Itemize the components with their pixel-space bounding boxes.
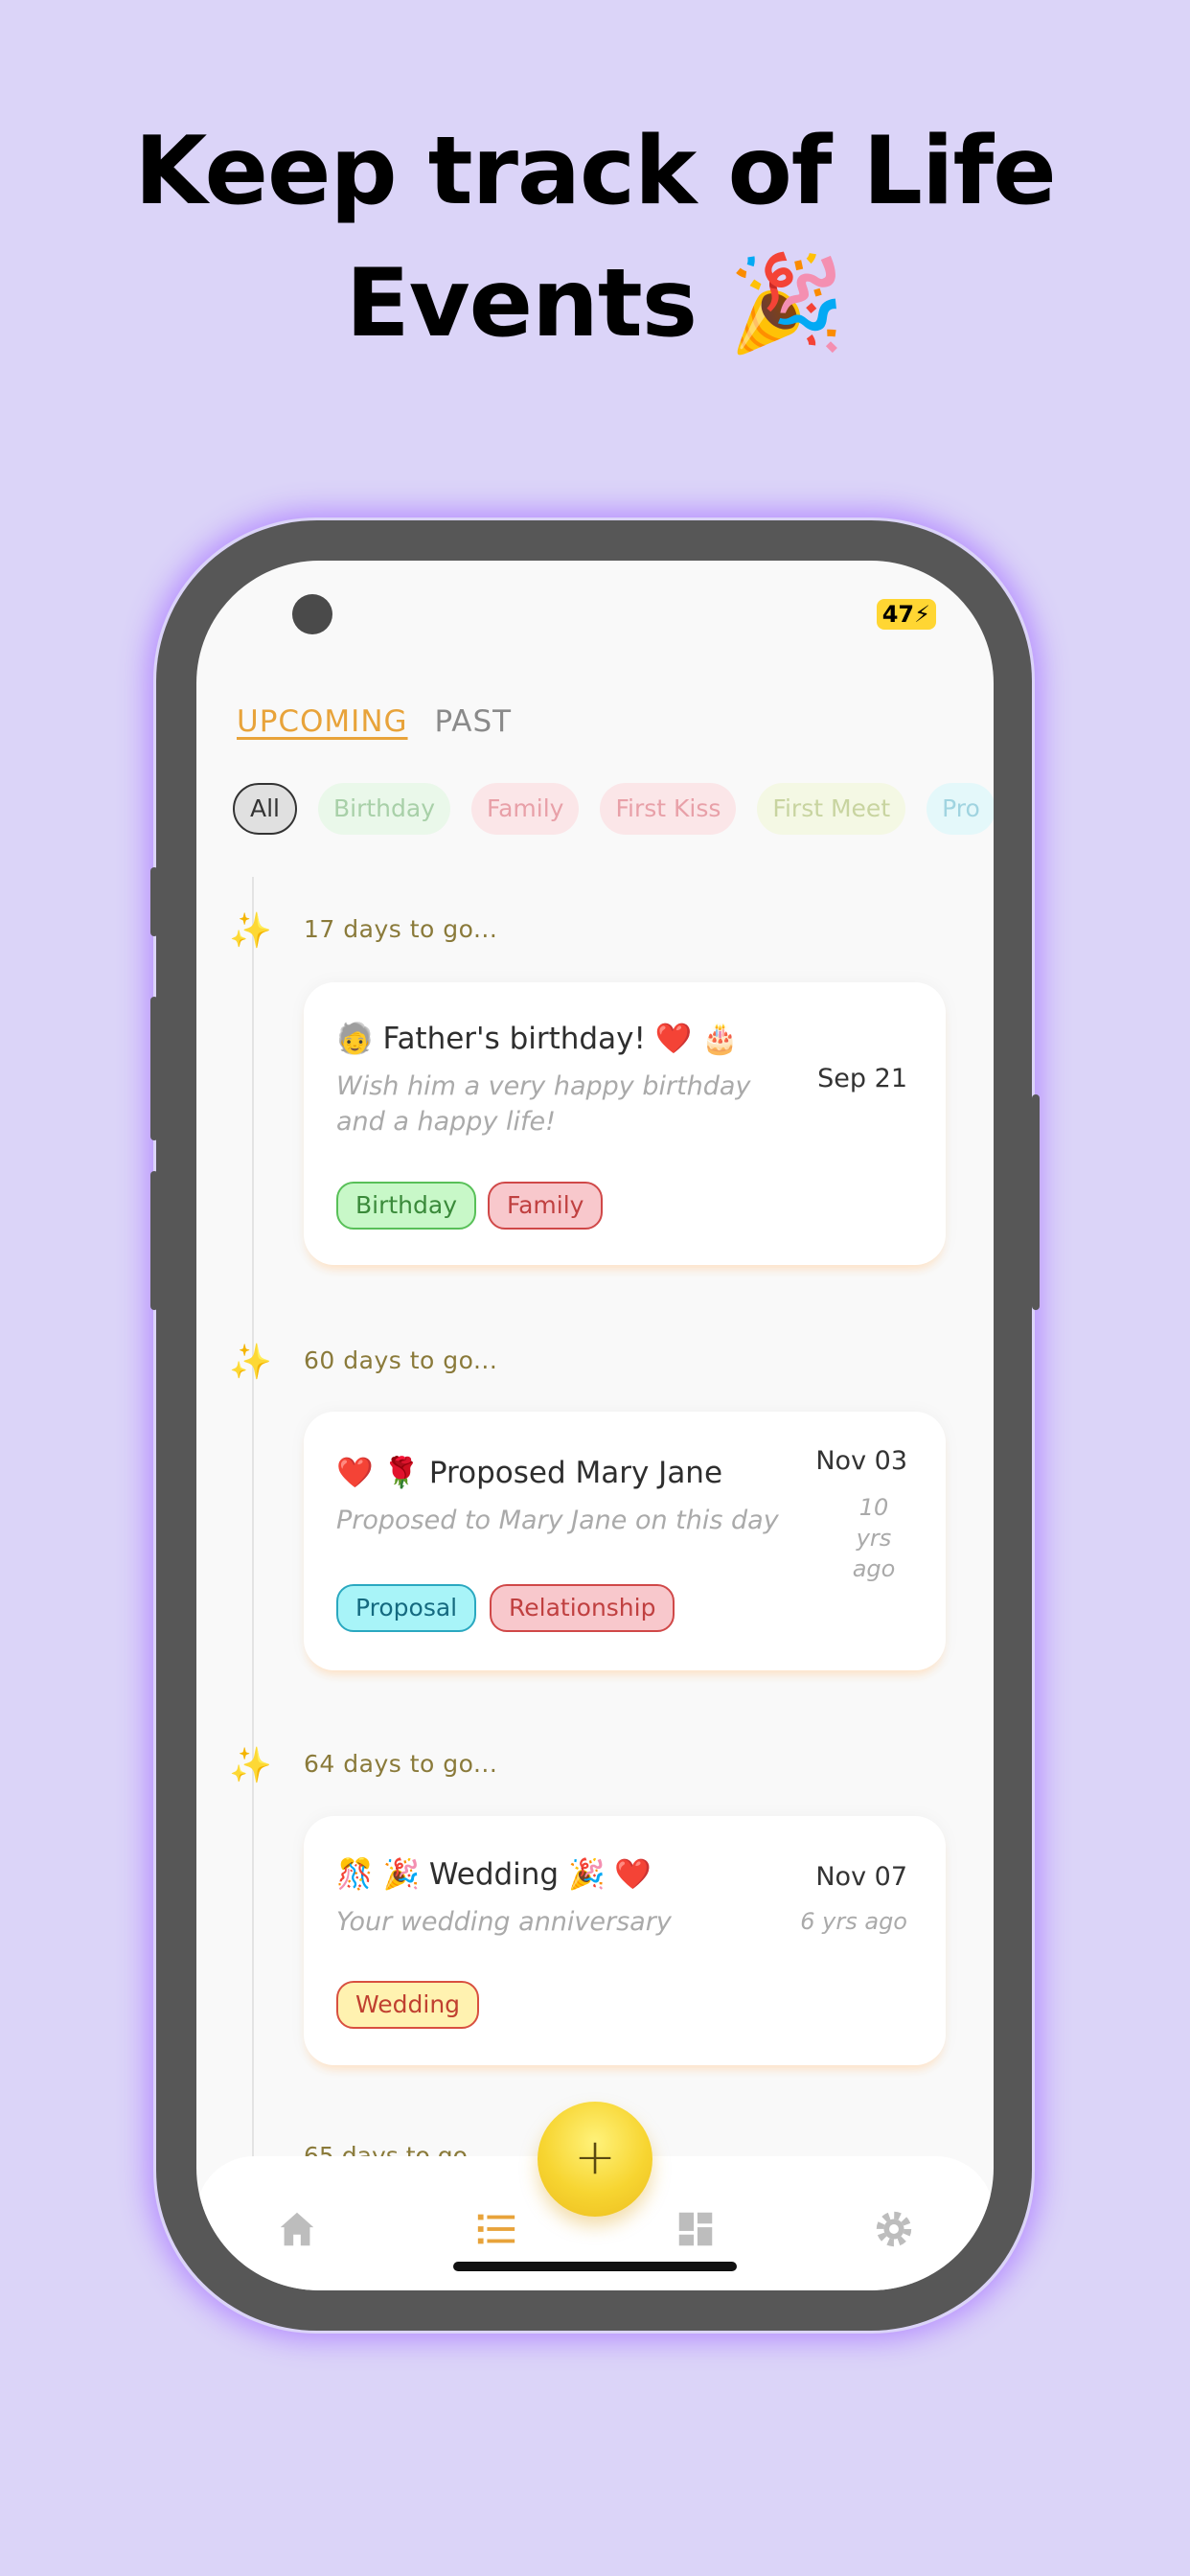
headline-line-2: Events 🎉 [345,249,845,358]
timeline-line [252,877,254,2219]
filter-chip-first-meet[interactable]: First Meet [757,783,906,835]
tab-bar: UPCOMING PAST [237,704,512,739]
tab-upcoming[interactable]: UPCOMING [237,704,408,739]
countdown-label: 60 days to go... [304,1346,498,1374]
home-icon[interactable] [275,2207,319,2251]
tag-proposal[interactable]: Proposal [336,1584,477,1632]
battery-level: 47 [881,601,915,628]
settings-gear-icon[interactable] [872,2207,916,2251]
filter-chip-first-kiss[interactable]: First Kiss [600,783,737,835]
tag-wedding[interactable]: Wedding [336,1981,480,2029]
headline: Keep track of Life Events 🎉 [0,105,1190,370]
tag-relationship[interactable]: Relationship [490,1584,675,1632]
event-years-ago: 10 yrs ago [852,1494,896,1582]
event-card[interactable]: 🧓 Father's birthday! ❤️ 🎂 Wish him a ver… [304,982,946,1265]
tag-birthday[interactable]: Birthday [336,1182,477,1230]
charging-icon: ⚡ [914,601,930,628]
add-event-button[interactable]: + [538,2102,652,2217]
filter-chip-proposal[interactable]: Pro [927,783,994,835]
event-date: Nov 07 [815,1862,907,1892]
home-indicator [453,2262,737,2271]
filter-chip-family[interactable]: Family [471,783,580,835]
headline-line-1: Keep track of Life [134,117,1056,226]
list-icon[interactable] [474,2207,518,2251]
countdown-label: 64 days to go... [304,1750,498,1778]
app-screen: 47⚡ UPCOMING PAST All Birthday Family Fi… [196,561,994,2290]
event-years-ago: 6 yrs ago [800,1908,907,1935]
event-title: 🎊 🎉 Wedding 🎉 ❤️ [336,1857,652,1892]
event-title: ❤️ 🌹 Proposed Mary Jane [336,1456,723,1490]
filter-chip-all[interactable]: All [233,783,297,835]
event-title: 🧓 Father's birthday! ❤️ 🎂 [336,1022,739,1056]
battery-indicator: 47⚡ [876,599,936,630]
tag-family[interactable]: Family [488,1182,604,1230]
dashboard-icon[interactable] [674,2207,718,2251]
event-card[interactable]: ❤️ 🌹 Proposed Mary Jane Proposed to Mary… [304,1412,946,1670]
sparkles-icon: ✨ [229,911,272,951]
filter-chip-birthday[interactable]: Birthday [318,783,451,835]
countdown-label: 17 days to go... [304,915,498,943]
event-date: Sep 21 [817,1064,907,1093]
tab-past[interactable]: PAST [435,704,513,739]
phone-volume-down [150,1171,158,1310]
event-date: Nov 03 [815,1446,907,1476]
sparkles-icon: ✨ [229,1343,272,1382]
event-card[interactable]: 🎊 🎉 Wedding 🎉 ❤️ Your wedding anniversar… [304,1816,946,2065]
filter-chips: All Birthday Family First Kiss First Mee… [233,783,994,835]
event-description: Proposed to Mary Jane on this day [336,1506,779,1535]
event-description: Your wedding anniversary [336,1907,672,1937]
phone-volume-up [150,997,158,1140]
front-camera [292,594,332,634]
status-bar: 47⚡ [196,561,994,666]
phone-power-button [1032,1094,1040,1310]
phone-side-button [150,867,158,936]
sparkles-icon: ✨ [229,1746,272,1785]
event-description: Wish him a very happy birthday and a hap… [336,1071,751,1137]
